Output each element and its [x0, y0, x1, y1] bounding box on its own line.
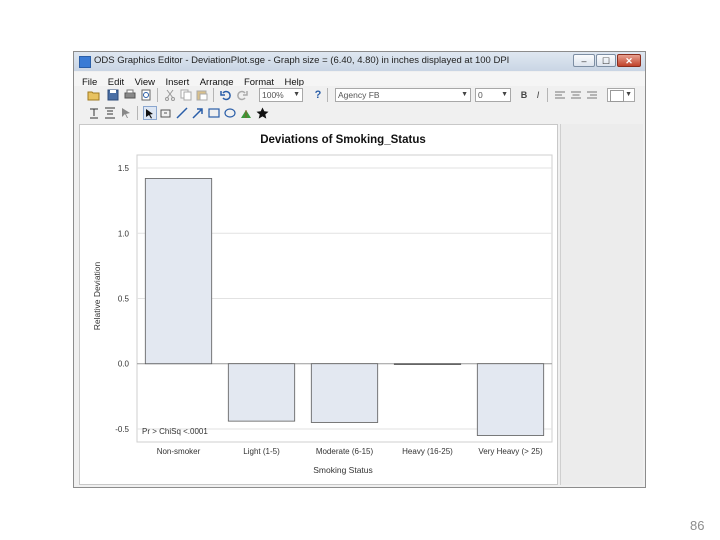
app-icon [79, 56, 91, 68]
save-icon[interactable] [106, 88, 120, 102]
title-bar[interactable]: ODS Graphics Editor - DeviationPlot.sge … [74, 52, 645, 71]
zoom-select[interactable]: 100% ▼ [259, 88, 303, 102]
toolbar-separator [137, 106, 138, 120]
color-swatch [610, 90, 624, 102]
maximize-button[interactable]: ☐ [596, 54, 616, 67]
x-tick-label: Moderate (6-15) [316, 447, 374, 456]
chart-title: Deviations of Smoking_Status [260, 134, 426, 146]
menu-bar: File Edit View Insert Arrange Format Hel… [74, 72, 645, 88]
help-button[interactable]: ? [311, 88, 325, 102]
bar-layer [144, 178, 545, 436]
chevron-down-icon: ▼ [501, 91, 508, 98]
italic-button[interactable]: I [531, 88, 545, 102]
slide-number: 86 [690, 518, 705, 533]
properties-pane [560, 124, 643, 485]
chevron-down-icon: ▼ [625, 91, 632, 98]
y-tick-label: 0.0 [118, 360, 130, 369]
y-tick-label: 1.5 [118, 164, 130, 173]
text-underline-icon[interactable] [87, 106, 101, 120]
print-preview-icon[interactable] [139, 88, 153, 102]
toolbar-separator [547, 88, 548, 102]
font-family-value: Agency FB [338, 90, 380, 100]
zoom-area-icon[interactable] [159, 106, 173, 120]
bar [144, 178, 213, 365]
toolbar-separator [213, 88, 214, 102]
y-tick-label: 0.5 [118, 295, 130, 304]
graph-canvas[interactable]: Deviations of Smoking_Status 1.5 1.0 0.5 0.… [79, 124, 558, 485]
bar [476, 363, 545, 436]
x-axis-label: Smoking Status [313, 465, 373, 475]
cut-icon[interactable] [163, 88, 177, 102]
main-toolbar: 100% ▼ ? Agency FB ▼ 0 ▼ B I ▼ [77, 86, 642, 104]
x-tick-label: Heavy (16-25) [402, 447, 453, 456]
chevron-down-icon: ▼ [293, 91, 300, 98]
font-size-value: 0 [478, 90, 483, 100]
toolbar-separator [327, 88, 328, 102]
print-icon[interactable] [123, 88, 137, 102]
open-folder-icon[interactable] [87, 88, 101, 102]
y-axis-label: Relative Deviation [92, 261, 102, 330]
chevron-down-icon: ▼ [461, 91, 468, 98]
rectangle-icon[interactable] [207, 106, 221, 120]
redo-icon[interactable] [235, 88, 249, 102]
image-icon[interactable] [239, 106, 253, 120]
graphics-editor-window: ODS Graphics Editor - DeviationPlot.sge … [73, 51, 646, 488]
toolbar-separator [157, 88, 158, 102]
select-arrow-icon[interactable] [143, 106, 157, 120]
line-icon[interactable] [175, 106, 189, 120]
font-family-select[interactable]: Agency FB ▼ [335, 88, 471, 102]
align-right-icon[interactable] [585, 88, 599, 102]
deviation-bar-chart: Deviations of Smoking_Status 1.5 1.0 0.5 0.… [92, 134, 553, 475]
x-tick-label: Very Heavy (> 25) [478, 447, 543, 456]
x-tick-label: Non-smoker [157, 447, 201, 456]
chi-square-annotation: Pr > ChiSq <.0001 [142, 427, 208, 436]
align-left-icon[interactable] [553, 88, 567, 102]
close-button[interactable]: ✕ [617, 54, 641, 67]
text-box-icon[interactable] [103, 106, 117, 120]
copy-icon[interactable] [179, 88, 193, 102]
window-title: ODS Graphics Editor - DeviationPlot.sge … [94, 55, 510, 66]
drawing-toolbar [77, 104, 642, 122]
bold-button[interactable]: B [517, 88, 531, 102]
oval-icon[interactable] [223, 106, 237, 120]
arrow-icon[interactable] [191, 106, 205, 120]
minimize-button[interactable]: – [573, 54, 595, 67]
bar [227, 363, 296, 422]
zoom-value: 100% [262, 90, 284, 100]
color-select[interactable]: ▼ [607, 88, 635, 102]
undo-icon[interactable] [219, 88, 233, 102]
y-tick-label: 1.0 [118, 229, 130, 238]
pointer-icon[interactable] [119, 106, 133, 120]
star-icon[interactable] [255, 106, 269, 120]
bar [310, 363, 379, 423]
font-size-select[interactable]: 0 ▼ [475, 88, 511, 102]
y-tick-label: -0.5 [115, 425, 129, 434]
x-tick-label: Light (1-5) [243, 447, 280, 456]
align-center-icon[interactable] [569, 88, 583, 102]
paste-icon[interactable] [195, 88, 209, 102]
bar [393, 363, 462, 365]
